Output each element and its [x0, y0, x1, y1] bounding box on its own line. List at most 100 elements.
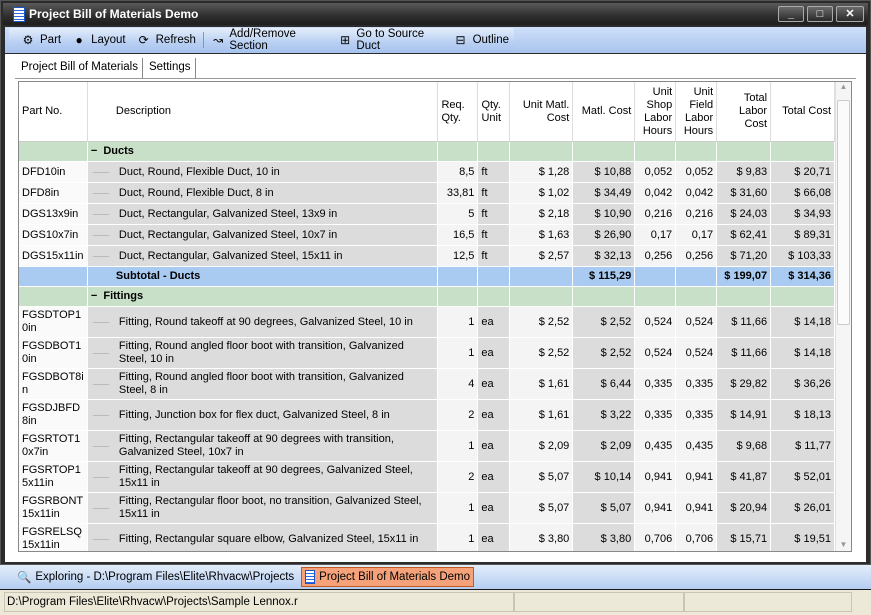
cell: $ 5,07 — [573, 493, 636, 524]
cell: $ 66,08 — [771, 183, 835, 204]
cell: ea — [478, 400, 511, 431]
tab-strip: Project Bill of Materials Settings — [17, 58, 196, 80]
column-header[interactable]: Total Labor Cost — [717, 82, 772, 142]
part-number: DGS10x7in — [22, 228, 79, 241]
tree-line-icon — [92, 234, 109, 236]
part-number: FGSDBOT8in — [22, 371, 84, 396]
toolbar-label: Add/Remove Section — [229, 28, 296, 52]
toolbar-label: Layout — [91, 34, 126, 46]
cell-value: $ 11,66 — [731, 346, 768, 359]
minimize-button[interactable]: _ — [778, 6, 804, 22]
cell-value: $ 2,09 — [600, 439, 632, 452]
column-header[interactable]: Matl. Cost — [573, 82, 636, 142]
toolbar-outline-button[interactable]: ⊟ Outline — [448, 29, 514, 51]
cell-value: 0,524 — [685, 315, 714, 328]
cell-value: 0,052 — [685, 165, 714, 178]
column-header[interactable]: Unit Matl. Cost — [510, 82, 574, 142]
cell-value: ft — [481, 165, 488, 178]
toolbar-layout-button[interactable]: ● Layout — [66, 29, 131, 51]
cell-value: 0,17 — [691, 228, 714, 241]
cell: $ 14,91 — [717, 400, 772, 431]
cell-value: 0,941 — [685, 501, 714, 514]
column-header[interactable]: Total Cost — [771, 82, 836, 142]
task-bom-demo[interactable]: Project Bill of Materials Demo — [301, 567, 474, 587]
cell-value: $ 24,03 — [730, 207, 768, 220]
cell: − Ducts — [87, 142, 439, 162]
scroll-up-icon[interactable]: ▲ — [836, 82, 851, 96]
outline-icon: ⊟ — [455, 33, 466, 47]
cell-value: $ 19,51 — [794, 532, 831, 545]
cell: ea — [478, 369, 511, 400]
column-header[interactable]: Qty. Unit — [478, 82, 511, 142]
scroll-thumb[interactable] — [837, 100, 850, 325]
part-number: FGSDTOP10in — [22, 309, 82, 334]
cell: DFD10in — [19, 162, 88, 183]
cell: Fitting, Rectangular takeoff at 90 degre… — [87, 462, 439, 493]
cell: 0,706 — [676, 524, 718, 551]
maximize-button[interactable]: □ — [807, 6, 833, 22]
part-number: FGSRELSQ15x11in — [22, 526, 82, 551]
cell-value: $ 5,07 — [538, 470, 570, 483]
toolbar-part-button[interactable]: ⚙ Part — [15, 29, 66, 51]
cell-value: $ 2,52 — [538, 346, 570, 359]
table-row: DGS15x11in Duct, Rectangular, Galvanized … — [19, 246, 835, 267]
task-exploring[interactable]: 🔍 Exploring - D:\Program Files\Elite\Rhva… — [14, 567, 297, 587]
part-number: DFD8in — [22, 186, 60, 199]
cell-value: 0,335 — [685, 377, 714, 390]
cell-value: $ 20,94 — [730, 501, 768, 514]
cell — [717, 142, 772, 162]
cell-value: $ 2,52 — [600, 346, 632, 359]
scroll-down-icon[interactable]: ▼ — [836, 540, 851, 549]
cell-value: $ 29,82 — [730, 377, 768, 390]
cell — [676, 267, 718, 287]
cell: ea — [478, 307, 511, 338]
cell-value: 1 — [468, 346, 475, 359]
cell: Fitting, Rectangular floor boot, no tran… — [87, 493, 439, 524]
cell-value: $ 3,22 — [600, 408, 632, 421]
cell: Duct, Rectangular, Galvanized Steel, 10x… — [87, 225, 439, 246]
toolbar-add-remove-section-button[interactable]: ↝ Add/Remove Section — [206, 28, 333, 52]
cell: 0,335 — [676, 369, 718, 400]
collapse-toggle-icon[interactable]: − — [91, 145, 97, 158]
toolbar-go-to-source-duct-button[interactable]: ⊞ Go to Source Duct — [333, 28, 448, 52]
cell-value: $ 9,83 — [736, 165, 768, 178]
cell-value: Fitting, Round angled floor boot with tr… — [118, 371, 404, 396]
cell-value: 0,042 — [644, 186, 673, 199]
part-number: DGS15x11in — [22, 249, 84, 262]
part-icon: ⚙ — [22, 33, 34, 47]
cell: − Fittings — [87, 287, 439, 307]
collapse-toggle-icon[interactable]: − — [91, 290, 97, 303]
cell: $ 2,09 — [573, 431, 636, 462]
cell: $ 1,63 — [510, 225, 574, 246]
tree-line-icon — [92, 383, 109, 385]
column-header[interactable]: Unit Field Labor Hours — [676, 82, 718, 142]
cell: DGS10x7in — [19, 225, 88, 246]
tab-project-bill-of-materials[interactable]: Project Bill of Materials — [17, 58, 143, 78]
column-header[interactable]: Description — [87, 82, 439, 142]
tab-settings[interactable]: Settings — [145, 58, 196, 78]
column-header[interactable]: Unit Shop Labor Hours — [635, 82, 677, 142]
cell-value: $ 11,77 — [795, 439, 831, 452]
toolbar-refresh-button[interactable]: ⟳ Refresh — [131, 29, 201, 51]
cell — [19, 267, 88, 287]
cell: $ 314,36 — [771, 267, 836, 287]
vertical-scrollbar[interactable]: ▲ ▼ — [835, 82, 851, 551]
close-button[interactable]: ✕ — [836, 6, 864, 22]
cell-value: $ 31,60 — [730, 186, 768, 199]
cell: $ 199,07 — [717, 267, 772, 287]
tree-line-icon — [92, 192, 109, 194]
cell-value: $ 52,01 — [794, 470, 831, 483]
cell: 1 — [438, 431, 479, 462]
column-header[interactable]: Part No. — [19, 82, 88, 142]
cell: $ 2,52 — [573, 338, 636, 369]
task-label: Exploring - D:\Program Files\Elite\Rhvac… — [35, 571, 295, 583]
cell-value: $ 1,61 — [538, 377, 570, 390]
cell: $ 2,09 — [510, 431, 574, 462]
cell: ft — [478, 246, 511, 267]
status-bar: D:\Program Files\Elite\Rhvacw\Projects\S… — [0, 590, 871, 615]
part-number: DFD10in — [22, 165, 66, 178]
cell-value: 33,81 — [446, 186, 475, 199]
cell — [478, 267, 511, 287]
cell — [438, 267, 479, 287]
column-header[interactable]: Req. Qty. — [438, 82, 479, 142]
